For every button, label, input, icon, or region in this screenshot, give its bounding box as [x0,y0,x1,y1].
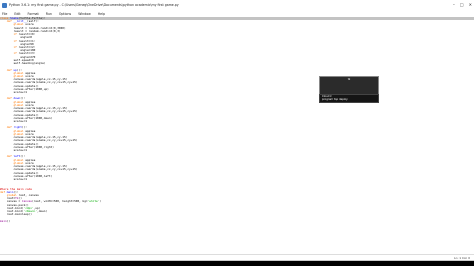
window-controls: – □ ✕ [453,1,472,8]
minimize-icon[interactable]: – [453,1,455,8]
title-bar[interactable]: Python 3.6.1: my first game.py - C:\User… [0,0,474,10]
notification-popup[interactable]: Cloud ▾ program top deploy [319,94,379,103]
python-app-icon [2,2,7,8]
code-editor[interactable]: class Snake(turtle.Turtle): def __init__… [0,17,474,254]
status-bar: Ln: 1 Col: 0 [0,254,474,260]
cursor-position: Ln: 1 Col: 0 [454,255,470,260]
menu-window[interactable]: Window [78,12,91,16]
menu-help[interactable]: Help [98,12,105,16]
menu-run[interactable]: Run [46,12,52,16]
menu-file[interactable]: File [2,12,7,16]
maximize-icon[interactable]: □ [460,1,464,8]
menu-format[interactable]: Format [28,12,39,16]
menu-options[interactable]: Options [59,12,71,16]
close-icon[interactable]: ✕ [469,1,472,8]
notification-line-2: program top deploy [322,98,348,102]
code-line[interactable]: main() [0,219,474,223]
window-title: Python 3.6.1: my first game.py - C:\User… [9,3,179,7]
menu-bar: File Edit Format Run Options Window Help [0,10,474,17]
menu-edit[interactable]: Edit [14,12,20,16]
idle-editor-window: Python 3.6.1: my first game.py - C:\User… [0,0,474,261]
